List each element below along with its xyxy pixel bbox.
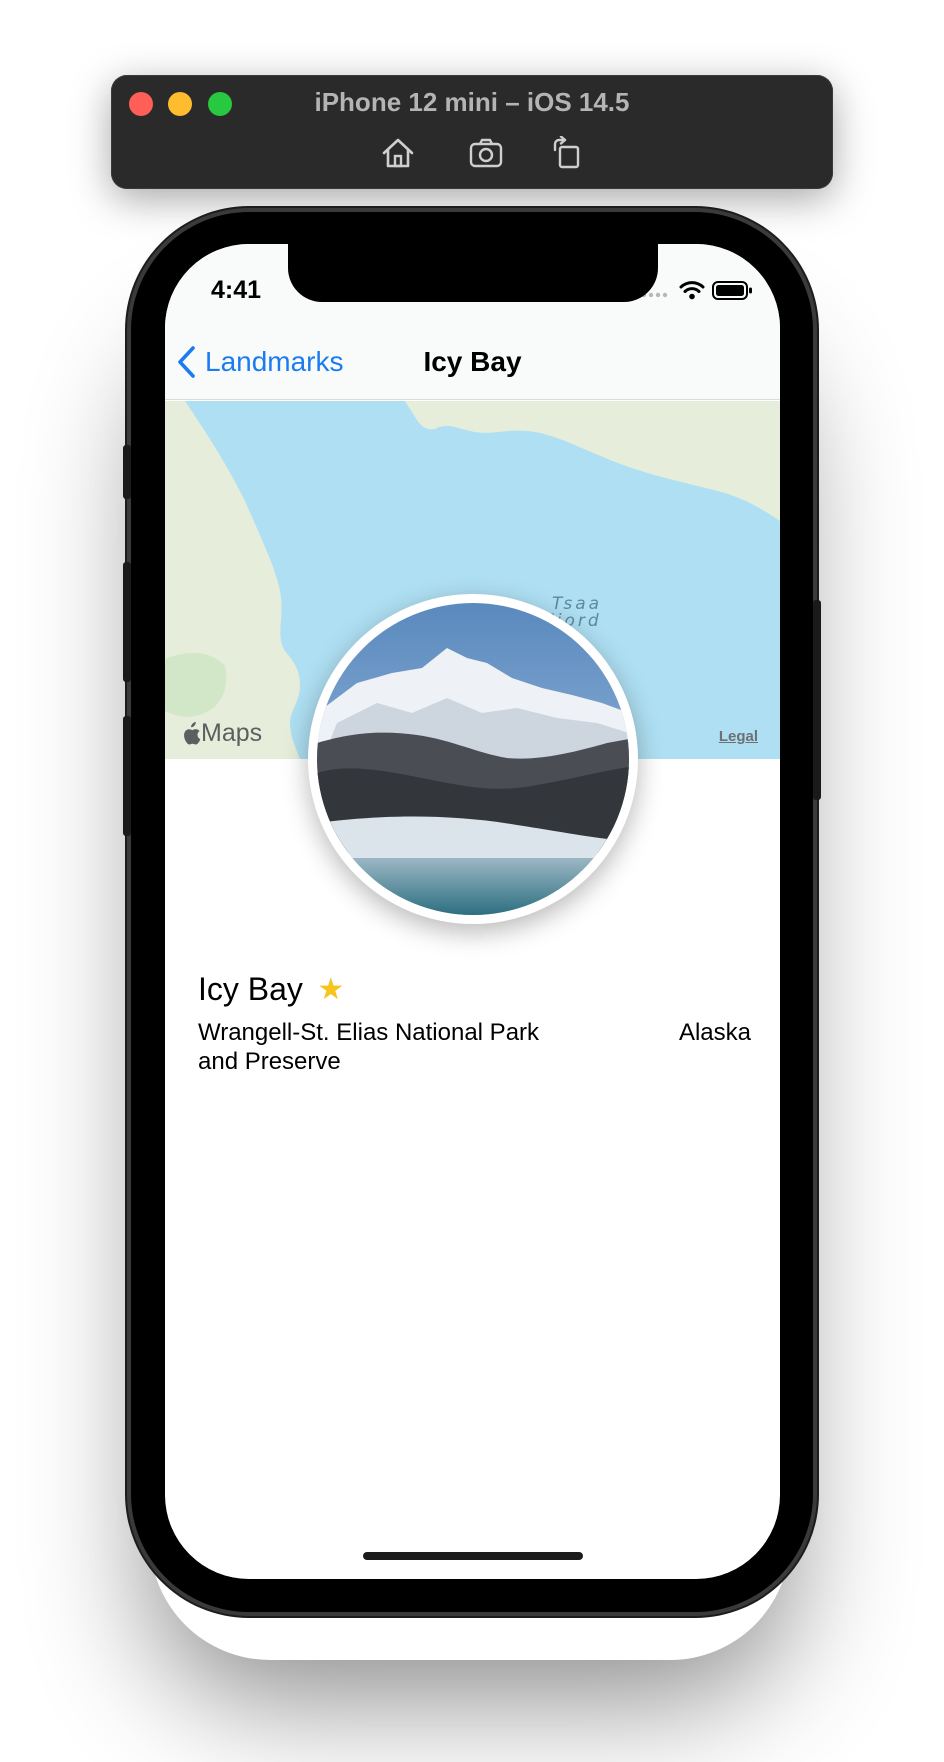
page-title: Icy Bay — [423, 346, 522, 377]
volume-down-button — [123, 716, 131, 836]
wifi-icon — [679, 281, 705, 293]
landmark-photo — [308, 594, 638, 924]
landmark-details: Icy Bay ★ Wrangell-St. Elias National Pa… — [198, 971, 751, 1078]
maps-logo-text: Maps — [201, 719, 263, 747]
maps-attribution: Maps — [181, 719, 262, 748]
status-icons — [641, 281, 752, 300]
device-notch — [288, 244, 658, 302]
silent-switch — [123, 445, 131, 499]
simulator-toolbar: iPhone 12 mini – iOS 14.5 — [111, 75, 833, 189]
home-icon[interactable] — [380, 136, 416, 170]
battery-icon — [712, 281, 752, 300]
park-name: Wrangell-St. Elias National Park and Pre… — [198, 1018, 578, 1076]
navigation-bar: Landmarks Icy Bay — [165, 324, 780, 400]
landmark-subtitle-row: Wrangell-St. Elias National Park and Pre… — [198, 1018, 751, 1078]
state-name: Alaska — [678, 1019, 751, 1046]
side-button — [813, 600, 821, 800]
status-time: 4:41 — [211, 276, 262, 304]
favorite-star-icon[interactable]: ★ — [317, 974, 344, 1005]
rotate-icon[interactable] — [549, 136, 585, 170]
device-screen: 4:41 Landmarks Icy Bay Tsaa Fiord Maps L… — [165, 244, 780, 1579]
park-name-line: Wrangell-St. Elias National Park — [198, 1019, 540, 1046]
volume-up-button — [123, 562, 131, 682]
home-indicator[interactable] — [363, 1552, 583, 1560]
landmark-name: Icy Bay — [198, 971, 303, 1007]
screenshot-icon[interactable] — [468, 136, 504, 170]
legal-link[interactable]: Legal — [719, 728, 758, 745]
simulator-title: iPhone 12 mini – iOS 14.5 — [314, 87, 630, 117]
park-name-line: and Preserve — [198, 1048, 341, 1075]
apple-logo-icon — [184, 721, 201, 745]
landmark-title-row: Icy Bay ★ — [198, 971, 751, 1008]
landmark-photo-image — [317, 603, 629, 915]
